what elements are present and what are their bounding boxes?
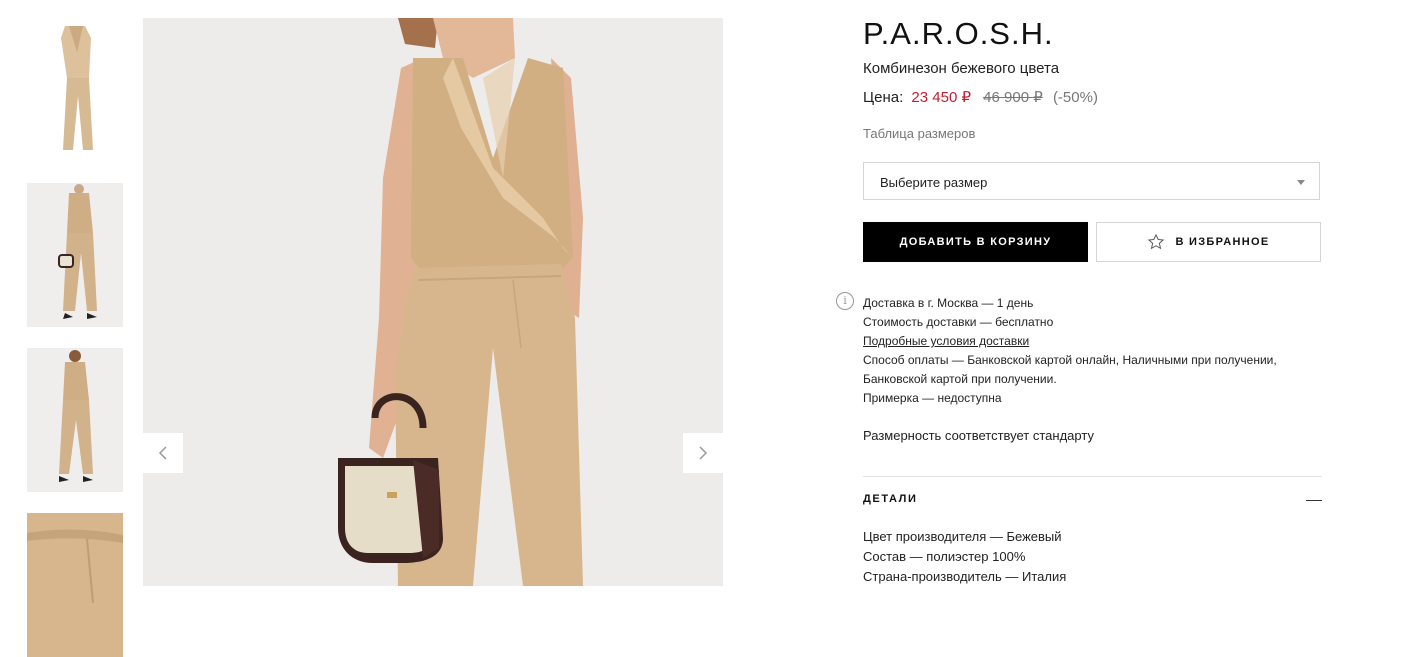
collapse-icon[interactable] <box>1306 500 1322 501</box>
thumbnail-image <box>27 18 123 162</box>
add-to-cart-label: ДОБАВИТЬ В КОРЗИНУ <box>899 236 1052 248</box>
product-main-image <box>143 18 723 586</box>
size-chart-link[interactable]: Таблица размеров <box>863 126 975 141</box>
fitting-info: Примерка — недоступна <box>863 391 1002 405</box>
detail-item: Страна-производитель — Италия <box>863 569 1067 584</box>
product-photo <box>143 18 723 586</box>
chevron-left-icon <box>158 446 167 460</box>
size-note: Размерность соответствует стандарту <box>863 428 1094 443</box>
details-heading[interactable]: ДЕТАЛИ <box>863 493 918 505</box>
info-icon: i <box>836 292 854 310</box>
chevron-right-icon <box>699 446 708 460</box>
gallery-next-button[interactable] <box>683 433 723 473</box>
thumbnail-4[interactable] <box>27 513 123 657</box>
add-to-favorites-button[interactable]: В ИЗБРАННОЕ <box>1096 222 1321 262</box>
brand-title: P.A.R.O.S.H. <box>863 16 1054 51</box>
add-to-cart-button[interactable]: ДОБАВИТЬ В КОРЗИНУ <box>863 222 1088 262</box>
price-label: Цена: <box>863 89 904 106</box>
add-to-favorites-label: В ИЗБРАННОЕ <box>1175 236 1270 248</box>
delivery-cost: Стоимость доставки — бесплатно <box>863 315 1054 329</box>
size-select[interactable]: Выберите размер <box>863 162 1320 200</box>
payment-methods: Способ оплаты — Банковской картой онлайн… <box>863 353 1277 367</box>
caret-down-icon <box>1297 180 1305 185</box>
thumbnail-image <box>27 513 123 657</box>
detail-item: Цвет производителя — Бежевый <box>863 529 1062 544</box>
size-select-label: Выберите размер <box>880 175 988 190</box>
discount-badge: (-50%) <box>1052 89 1098 106</box>
delivery-terms-link[interactable]: Подробные условия доставки <box>863 332 1323 351</box>
thumbnail-image <box>27 348 123 492</box>
delivery-time: Доставка в г. Москва — 1 день <box>863 296 1034 310</box>
thumbnail-3[interactable] <box>27 348 123 492</box>
price-row: Цена: 23 450 ₽ 46 900 ₽ (-50%) <box>863 88 1098 106</box>
gallery-prev-button[interactable] <box>143 433 183 473</box>
thumbnail-image <box>27 183 123 327</box>
thumbnail-2[interactable] <box>27 183 123 327</box>
delivery-info: Доставка в г. Москва — 1 день Стоимость … <box>863 294 1323 408</box>
thumbnail-1[interactable] <box>27 18 123 162</box>
product-name: Комбинезон бежевого цвета <box>863 60 1060 77</box>
divider <box>863 476 1322 477</box>
star-icon <box>1148 233 1165 250</box>
price-current: 23 450 ₽ <box>911 89 971 106</box>
details-list: Цвет производителя — Бежевый Состав — по… <box>863 527 1066 587</box>
detail-item: Состав — полиэстер 100% <box>863 549 1026 564</box>
payment-methods-cont: Банковской картой при получении. <box>863 372 1057 386</box>
price-old: 46 900 ₽ <box>983 89 1043 106</box>
